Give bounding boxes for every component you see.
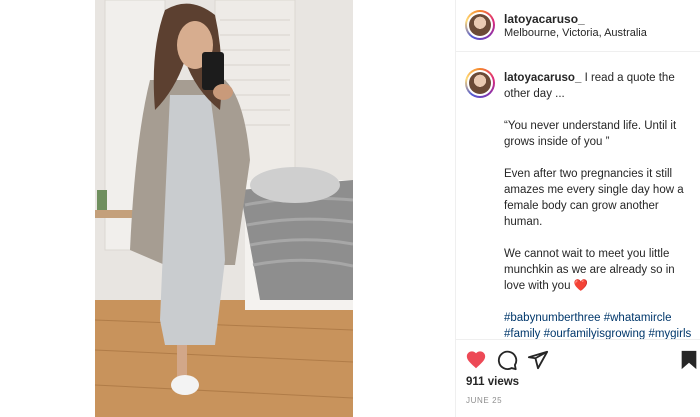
heart-icon[interactable] — [465, 349, 487, 371]
avatar[interactable] — [465, 10, 495, 40]
caption-area: latoyacaruso_ I read a quote the other d… — [456, 53, 700, 339]
caption-line-3: Even after two pregnancies it still amaz… — [504, 168, 684, 228]
share-icon[interactable] — [527, 349, 549, 371]
bookmark-icon[interactable] — [678, 349, 700, 371]
caption-line-2: “You never understand life. Until it gro… — [504, 120, 677, 148]
post-header: latoyacaruso_ Melbourne, Victoria, Austr… — [456, 0, 700, 52]
header-username[interactable]: latoyacaruso_ — [504, 12, 585, 26]
post-date: JUNE 25 — [466, 396, 503, 405]
post-actions: 911 views JUNE 25 — [456, 339, 700, 417]
caption-line-4: We cannot wait to meet you little munchk… — [504, 248, 675, 292]
photo-scene — [95, 0, 353, 417]
comment-icon[interactable] — [496, 349, 518, 371]
post-photo[interactable] — [95, 0, 353, 417]
caption-text: latoyacaruso_ I read a quote the other d… — [504, 70, 692, 339]
view-count[interactable]: 911 views — [466, 376, 519, 388]
heart-emoji: ❤️ — [573, 280, 589, 292]
post-sidebar: latoyacaruso_ Melbourne, Victoria, Austr… — [455, 0, 700, 417]
caption-avatar[interactable] — [465, 68, 495, 98]
header-location[interactable]: Melbourne, Victoria, Australia — [504, 27, 647, 39]
media-panel — [0, 0, 455, 417]
caption-hashtags[interactable]: #babynumberthree #whatamircle #family #o… — [504, 310, 692, 339]
caption-username[interactable]: latoyacaruso_ — [504, 72, 581, 84]
